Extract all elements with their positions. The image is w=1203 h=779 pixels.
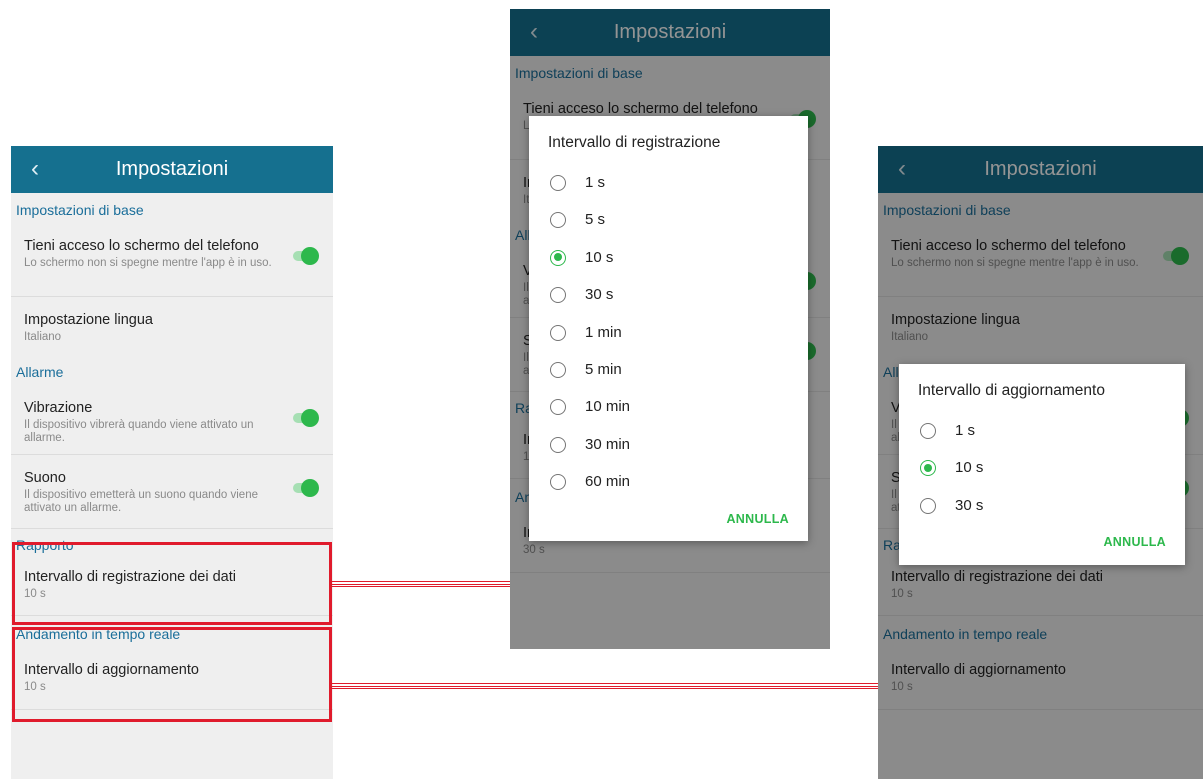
radio-unchecked-icon[interactable] — [550, 474, 566, 491]
setting-row-screen-on[interactable]: Tieni acceso lo schermo del telefono Lo … — [11, 223, 333, 297]
radio-option[interactable]: 1 s — [899, 413, 1185, 450]
radio-option-label: 5 min — [585, 360, 622, 378]
dialog-title: Intervallo di aggiornamento — [918, 382, 1105, 399]
radio-unchecked-icon[interactable] — [550, 436, 566, 453]
radio-unchecked-icon[interactable] — [550, 175, 566, 191]
radio-unchecked-icon[interactable] — [920, 497, 936, 514]
dialog-title: Intervallo di registrazione — [548, 134, 721, 151]
chevron-left-icon[interactable]: ‹ — [23, 154, 47, 184]
radio-option-label: 60 min — [585, 473, 631, 491]
setting-value: Italiano — [24, 331, 62, 343]
record-interval-dialog: Intervallo di registrazione 1 s 5 s 10 s 30… — [529, 116, 808, 541]
setting-row-vibration[interactable]: Vibrazione Il dispositivo vibrerà quando… — [11, 385, 333, 455]
radio-option-label: 30 min — [585, 435, 631, 453]
radio-option-label: 10 min — [585, 398, 631, 416]
radio-option[interactable]: 5 s — [529, 202, 808, 239]
radio-option[interactable]: 30 s — [899, 488, 1185, 525]
settings-screen-update-dialog: ‹ Impostazioni Impostazioni di base Tien… — [878, 146, 1203, 779]
setting-subtitle: Lo schermo non si spegne mentre l'app è … — [24, 257, 272, 269]
radio-option[interactable]: 10 s — [529, 240, 808, 277]
setting-title: Vibrazione — [24, 400, 93, 416]
highlight-box-trend — [12, 627, 332, 722]
radio-option-label: 5 s — [585, 211, 606, 229]
radio-option[interactable]: 10 s — [899, 450, 1185, 487]
setting-subtitle: Il dispositivo emetterà un suono quando … — [24, 489, 258, 514]
cancel-button[interactable]: ANNULLA — [1103, 535, 1166, 549]
radio-option[interactable]: 1 s — [529, 165, 808, 202]
radio-option-label: 1 s — [585, 174, 606, 191]
vibration-toggle[interactable] — [293, 409, 319, 427]
page-title: Impostazioni — [115, 158, 229, 180]
connector-line-update — [332, 683, 878, 689]
setting-title: Tieni acceso lo schermo del telefono — [24, 238, 259, 254]
radio-option[interactable]: 60 min — [529, 464, 808, 501]
radio-checked-icon[interactable] — [920, 460, 936, 477]
radio-option-label: 10 s — [955, 459, 984, 477]
radio-checked-icon[interactable] — [550, 249, 566, 266]
radio-unchecked-icon[interactable] — [920, 423, 936, 439]
radio-unchecked-icon[interactable] — [550, 287, 566, 304]
radio-unchecked-icon[interactable] — [550, 324, 566, 341]
sound-toggle[interactable] — [293, 479, 319, 497]
setting-title: Suono — [24, 470, 66, 486]
section-header-base: Impostazioni di base — [16, 202, 144, 218]
radio-option[interactable]: 5 min — [529, 352, 808, 389]
radio-option-label: 1 s — [955, 422, 976, 439]
app-bar: ‹ Impostazioni — [11, 146, 333, 193]
radio-option-label: 30 s — [955, 496, 984, 514]
highlight-box-report — [12, 542, 332, 625]
radio-option-label: 10 s — [585, 248, 614, 266]
radio-option-label: 30 s — [585, 286, 614, 304]
screen-on-toggle[interactable] — [293, 247, 319, 265]
radio-option[interactable]: 10 min — [529, 389, 808, 426]
radio-unchecked-icon[interactable] — [550, 399, 566, 416]
setting-row-language[interactable]: Impostazione lingua Italiano — [11, 297, 333, 373]
radio-option[interactable]: 1 min — [529, 315, 808, 352]
connector-line-record — [332, 581, 510, 587]
setting-row-sound[interactable]: Suono Il dispositivo emetterà un suono q… — [11, 455, 333, 529]
setting-title: Impostazione lingua — [24, 312, 153, 328]
settings-screen-record-dialog: ‹ Impostazioni Impostazioni di base Tien… — [510, 9, 830, 649]
dialog-options: 1 s 5 s 10 s 30 s 1 min 5 min 10 min 30 min 60 m… — [529, 165, 808, 502]
radio-option[interactable]: 30 min — [529, 427, 808, 464]
radio-option[interactable]: 30 s — [529, 277, 808, 314]
radio-unchecked-icon[interactable] — [550, 361, 566, 378]
radio-option-label: 1 min — [585, 323, 622, 341]
setting-subtitle: Il dispositivo vibrerà quando viene atti… — [24, 419, 254, 444]
update-interval-dialog: Intervallo di aggiornamento 1 s 10 s 30 s … — [899, 364, 1185, 565]
dialog-options: 1 s 10 s 30 s — [899, 413, 1185, 525]
radio-unchecked-icon[interactable] — [550, 212, 566, 229]
cancel-button[interactable]: ANNULLA — [726, 512, 789, 526]
